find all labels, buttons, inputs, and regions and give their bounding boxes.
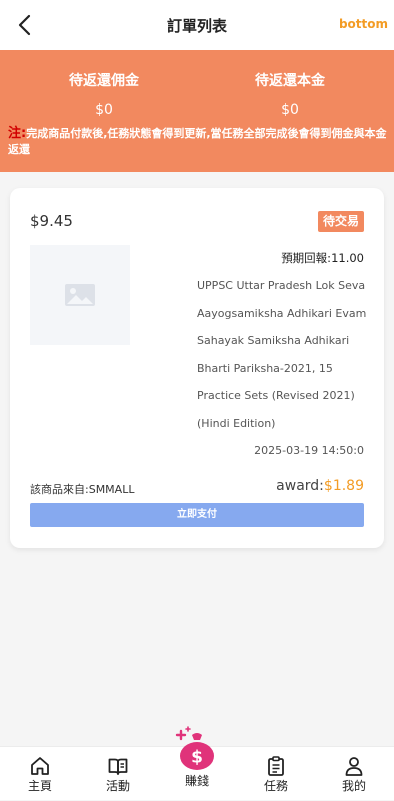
tab-tasks[interactable]: 任務 [246, 747, 306, 801]
tab-home[interactable]: 主頁 [10, 747, 70, 801]
expected-return: 預期回報:11.00 [281, 250, 364, 266]
notice-body: 完成商品付款後,任務狀態會得到更新,當任務全部完成後會得到佣金與本金返還 [8, 127, 387, 156]
order-card: $9.45 待交易 預期回報:11.00 UPPSC Uttar Pradesh… [10, 188, 384, 548]
order-time: 2025-03-19 14:50:0 [254, 444, 364, 457]
order-price: $9.45 [30, 212, 73, 230]
tab-mine-label: 我的 [341, 779, 366, 793]
status-badge: 待交易 [317, 211, 364, 232]
pay-now-button[interactable]: 立即支付 [30, 503, 364, 527]
product-source: 該商品來自:SMMALL [30, 483, 135, 496]
tab-tasks-label: 任務 [263, 779, 288, 793]
tab-mine[interactable]: 我的 [324, 747, 384, 801]
pending-commission: 待返還佣金 $0 [34, 70, 174, 118]
pending-commission-label: 待返還佣金 [69, 73, 139, 89]
product-image [30, 245, 130, 345]
back-button[interactable] [14, 13, 36, 37]
tab-activity[interactable]: 活動 [88, 747, 148, 801]
notice-text: 注:完成商品付款後,任務狀態會得到更新,當任務全部完成後會得到佣金與本金返還 [8, 126, 388, 158]
pending-principal-value: $0 [281, 102, 299, 118]
user-icon [345, 757, 363, 776]
tab-earn[interactable]: $ 賺錢 [167, 725, 227, 801]
image-placeholder-icon [65, 284, 95, 306]
bottom-link[interactable]: bottom [339, 17, 388, 31]
bottom-tab-bar: 主頁 活動 $ 賺錢 任務 我的 [0, 726, 394, 801]
pending-principal-label: 待返還本金 [255, 73, 325, 89]
pending-principal: 待返還本金 $0 [220, 70, 360, 118]
award: award:$1.89 [276, 478, 364, 494]
expected-return-label: 預期回報: [281, 251, 332, 265]
book-icon [108, 758, 128, 775]
tab-earn-label: 賺錢 [184, 774, 209, 788]
svg-text:$: $ [191, 748, 203, 768]
summary-banner: 待返還佣金 $0 待返還本金 $0 注:完成商品付款後,任務狀態會得到更新,當任… [0, 50, 394, 172]
clipboard-icon [268, 756, 284, 776]
tab-home-label: 主頁 [27, 779, 52, 793]
tab-activity-label: 活動 [105, 779, 130, 793]
page-title: 訂單列表 [166, 16, 227, 35]
chevron-left-icon [18, 14, 31, 36]
award-label: award: [276, 478, 324, 494]
expected-return-value: 11.00 [331, 251, 364, 265]
award-value: $1.89 [323, 478, 364, 494]
product-title: UPPSC Uttar Pradesh Lok Seva Aayogsamiks… [197, 279, 367, 430]
notice-prefix: 注: [8, 126, 27, 141]
money-bag-icon: $ [175, 726, 214, 770]
pending-commission-value: $0 [95, 102, 113, 118]
home-icon [31, 757, 49, 775]
top-bar: 訂單列表 bottom [0, 0, 394, 50]
